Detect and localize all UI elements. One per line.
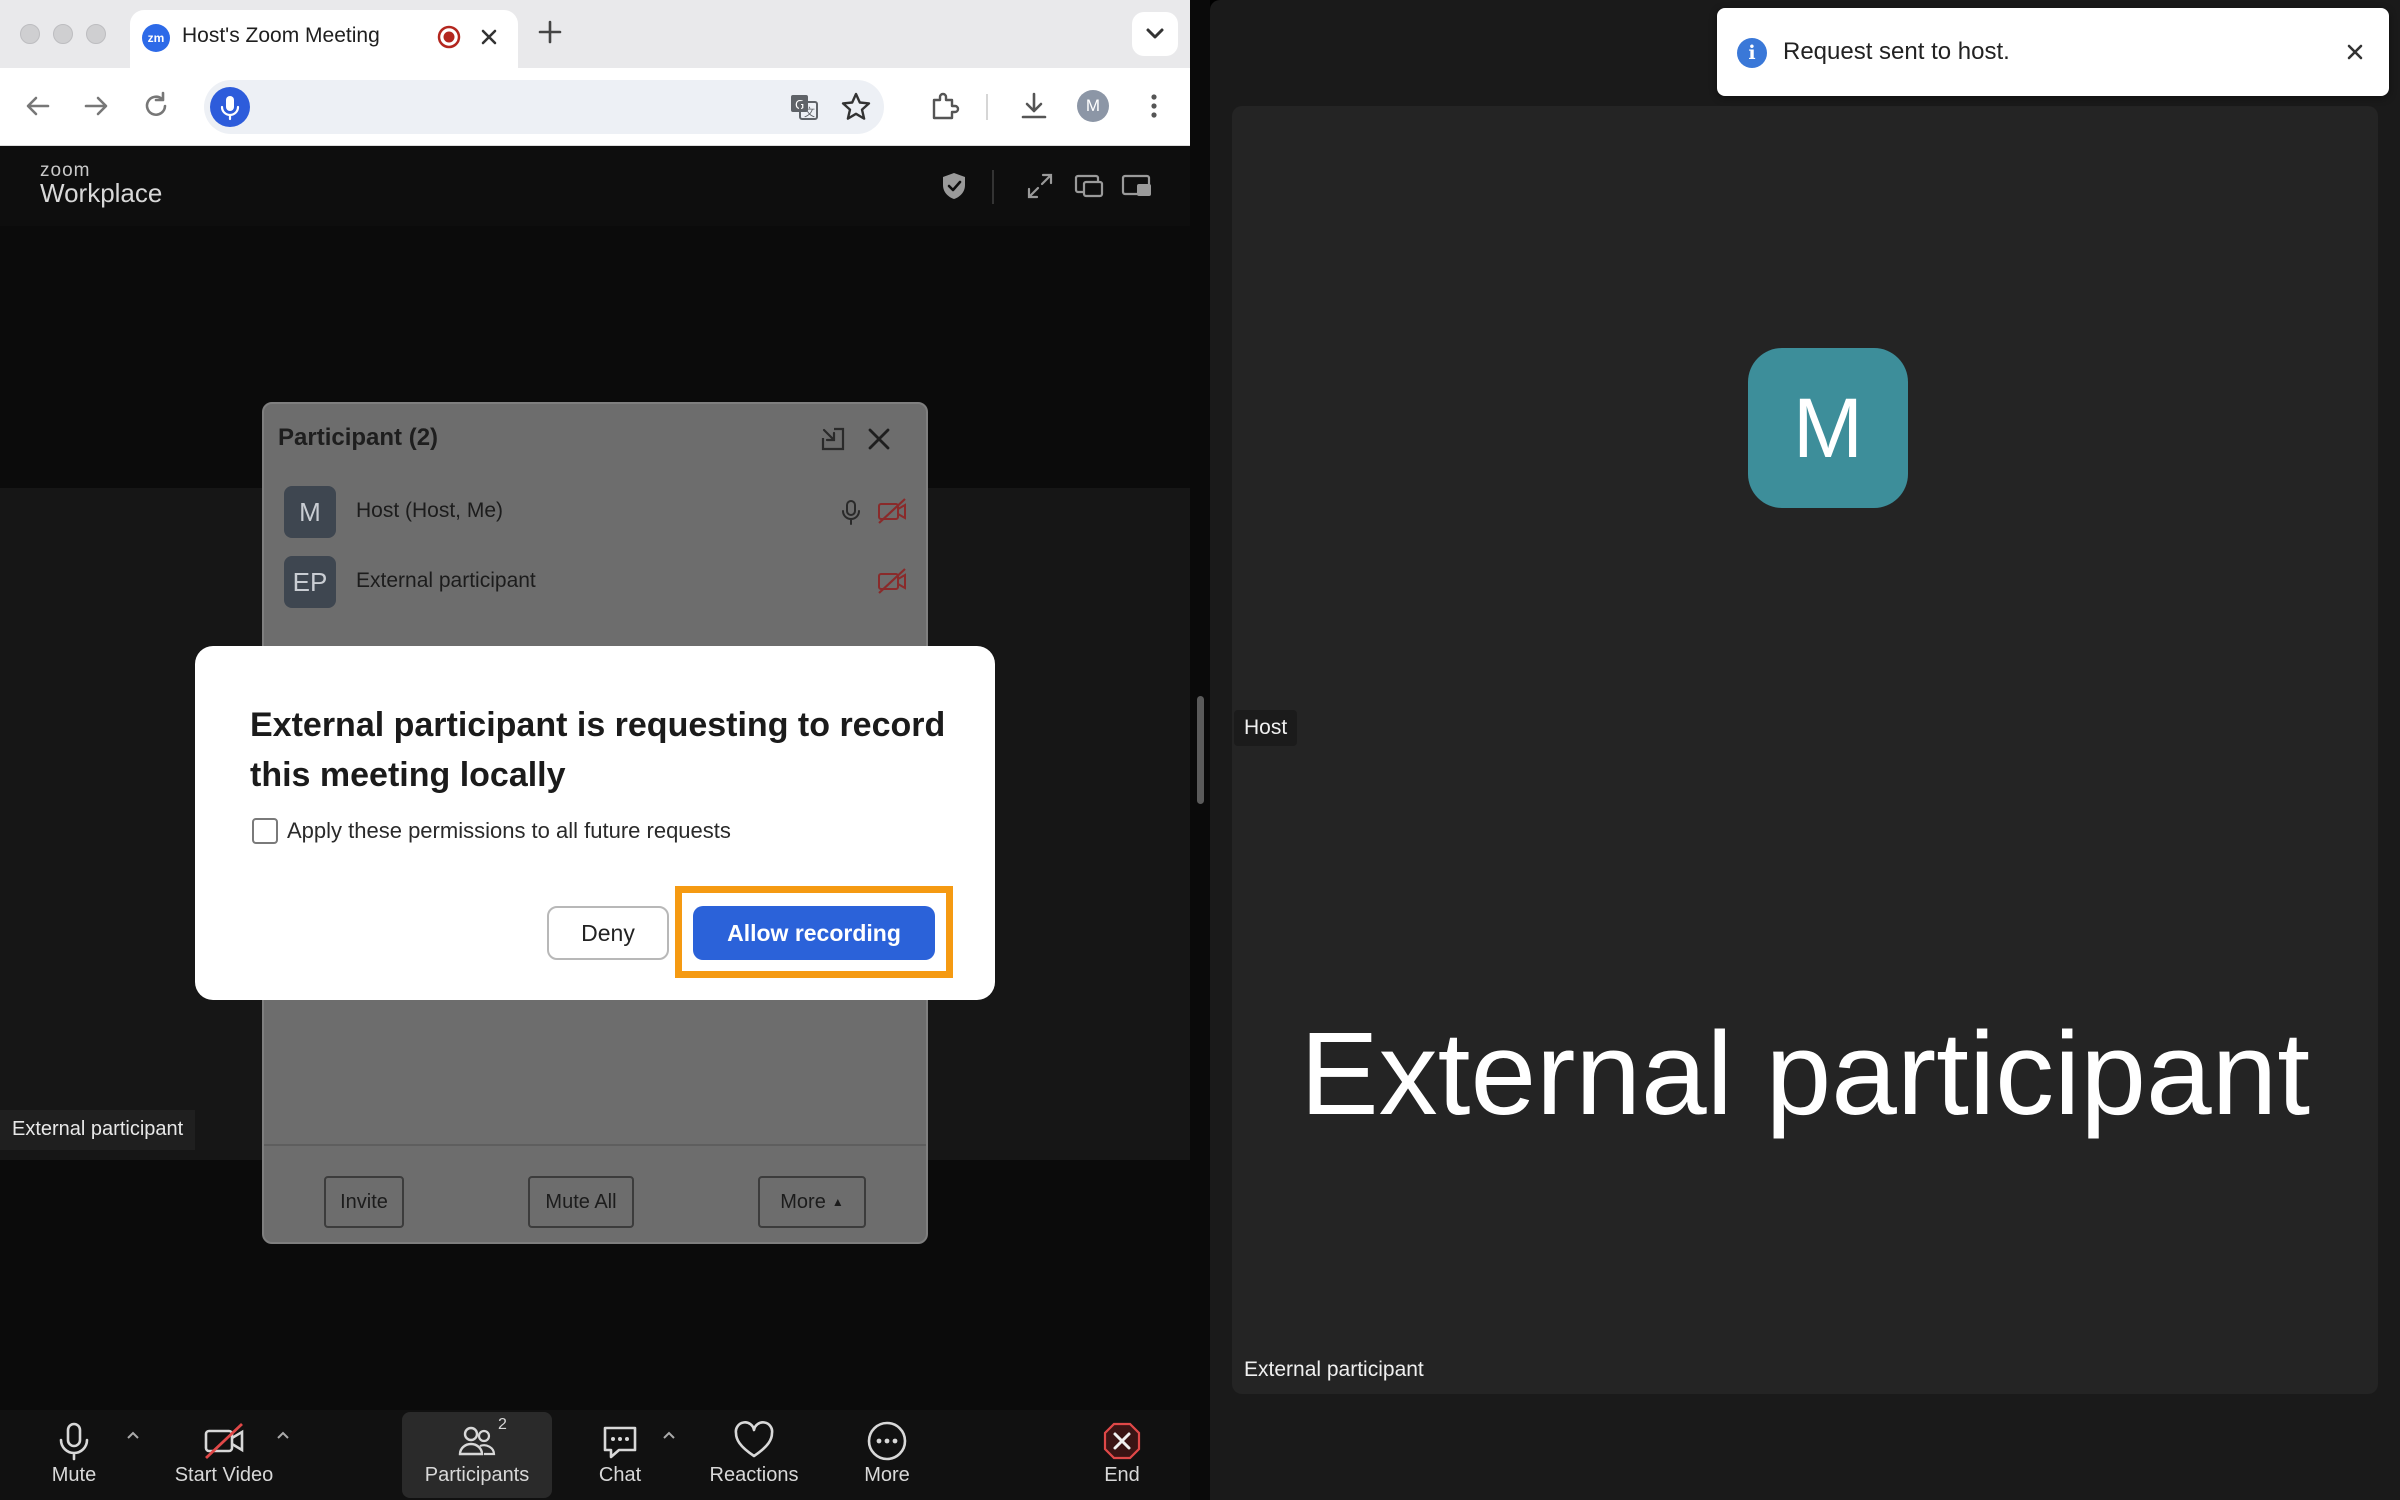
start-video-button[interactable]: Start Video <box>164 1410 284 1500</box>
tab-strip: zm Host's Zoom Meeting <box>0 0 1190 68</box>
zoom-logo-workplace: Workplace <box>40 178 163 208</box>
participant-row[interactable]: M Host (Host, Me) <box>264 482 926 542</box>
back-icon[interactable] <box>20 88 56 124</box>
security-shield-icon[interactable] <box>938 170 970 202</box>
participant-avatar: EP <box>284 556 336 608</box>
participants-panel-title: Participant (2) <box>278 424 439 451</box>
browser-toolbar: G文 M <box>0 68 1190 146</box>
close-icon[interactable] <box>2339 36 2371 68</box>
split-resize-handle[interactable] <box>1197 696 1204 804</box>
fullscreen-icon[interactable] <box>1024 170 1056 202</box>
more-button[interactable]: More <box>846 1410 928 1500</box>
zoom-header: zoom Workplace <box>0 146 1190 226</box>
gallery-view-icon[interactable] <box>1072 170 1106 202</box>
chat-icon <box>597 1418 643 1464</box>
participants-label: Participants <box>424 1464 530 1486</box>
participants-icon <box>454 1418 500 1464</box>
extensions-icon[interactable] <box>926 88 962 124</box>
video-off-icon[interactable] <box>876 566 908 596</box>
participant-name: Host (Host, Me) <box>356 499 504 522</box>
meeting-controls-bar: Mute Start Video 2 Participants Chat Rea… <box>0 1410 1190 1500</box>
bookmark-star-icon[interactable] <box>838 89 874 125</box>
profile-avatar[interactable]: M <box>1077 90 1109 122</box>
microphone-icon <box>51 1418 97 1464</box>
apply-future-requests-checkbox[interactable] <box>252 818 278 844</box>
invite-button[interactable]: Invite <box>324 1176 404 1228</box>
close-panel-icon[interactable] <box>864 424 894 454</box>
video-off-icon <box>201 1418 247 1464</box>
browser-menu-icon[interactable] <box>1136 88 1172 124</box>
mute-all-button[interactable]: Mute All <box>528 1176 634 1228</box>
microphone-icon[interactable] <box>210 87 250 127</box>
close-tab-icon[interactable] <box>476 24 502 50</box>
more-label: More <box>864 1464 910 1486</box>
end-label: End <box>1104 1464 1140 1486</box>
host-avatar: M <box>1748 348 1908 508</box>
heart-icon <box>731 1418 777 1464</box>
address-bar[interactable]: G文 <box>204 80 884 134</box>
mute-button[interactable]: Mute <box>24 1410 124 1500</box>
reactions-button[interactable]: Reactions <box>700 1410 808 1500</box>
participant-display-name: External participant <box>1299 1008 2311 1140</box>
browser-window: zm Host's Zoom Meeting G 文 M zoom Workpl… <box>0 0 1190 1500</box>
deny-button[interactable]: Deny <box>547 906 669 960</box>
meeting-window-right: M Host External participant External par… <box>1210 0 2400 1500</box>
end-icon <box>1099 1418 1145 1464</box>
participant-name-label: External participant <box>0 1110 196 1150</box>
participant-name-label: External participant <box>1244 1358 1424 1381</box>
tab-search-button[interactable] <box>1132 12 1178 56</box>
participant-row[interactable]: EP External participant <box>264 552 926 612</box>
tab-title: Host's Zoom Meeting <box>182 24 380 47</box>
end-meeting-button[interactable]: End <box>1086 1410 1158 1500</box>
caret-up-icon: ▲ <box>831 1195 844 1209</box>
info-icon: i <box>1737 38 1767 68</box>
download-icon[interactable] <box>1016 88 1052 124</box>
mute-label: Mute <box>51 1464 97 1486</box>
host-name-label: Host <box>1234 710 1298 746</box>
audio-options-caret-icon[interactable] <box>124 1426 142 1444</box>
more-options-button[interactable]: More ▲ <box>758 1176 866 1228</box>
recording-indicator-icon <box>436 24 462 50</box>
toolbar-separator <box>986 94 988 120</box>
reactions-label: Reactions <box>709 1464 799 1486</box>
panel-footer-divider <box>264 1144 926 1146</box>
browser-tab[interactable]: zm Host's Zoom Meeting <box>130 10 518 68</box>
picture-in-picture-icon[interactable] <box>1120 170 1154 202</box>
allow-recording-button[interactable]: Allow recording <box>693 906 935 960</box>
participant-avatar: M <box>284 486 336 538</box>
active-speaker-view: M Host External participant External par… <box>1232 106 2378 1394</box>
translate-icon[interactable]: G文 <box>786 89 822 125</box>
video-options-caret-icon[interactable] <box>274 1426 292 1444</box>
checkbox-label[interactable]: Apply these permissions to all future re… <box>287 818 731 844</box>
participants-count-badge: 2 <box>498 1416 507 1433</box>
new-tab-icon[interactable] <box>536 18 564 46</box>
start-video-label: Start Video <box>174 1464 274 1486</box>
more-options-label: More <box>780 1190 826 1213</box>
svg-text:文: 文 <box>804 105 815 119</box>
record-request-dialog: External participant is requesting to re… <box>195 646 995 1000</box>
chat-label: Chat <box>598 1464 642 1486</box>
header-separator <box>992 170 994 204</box>
toast-message: Request sent to host. <box>1783 38 2010 65</box>
more-icon <box>864 1418 910 1464</box>
pop-out-icon[interactable] <box>818 424 848 454</box>
forward-icon[interactable] <box>78 88 114 124</box>
video-off-icon[interactable] <box>876 496 908 526</box>
chat-button[interactable]: Chat <box>584 1410 656 1500</box>
window-close-dot[interactable] <box>20 24 40 44</box>
participant-name: External participant <box>356 569 536 592</box>
microphone-icon[interactable] <box>838 498 864 526</box>
window-maximize-dot[interactable] <box>86 24 106 44</box>
notification-toast: i Request sent to host. <box>1717 8 2389 96</box>
window-minimize-dot[interactable] <box>53 24 73 44</box>
zoom-favicon-icon: zm <box>142 24 170 52</box>
participants-button[interactable]: 2 Participants <box>402 1412 552 1498</box>
chat-options-caret-icon[interactable] <box>660 1426 678 1444</box>
dialog-title: External participant is requesting to re… <box>250 706 946 794</box>
reload-icon[interactable] <box>138 88 174 124</box>
